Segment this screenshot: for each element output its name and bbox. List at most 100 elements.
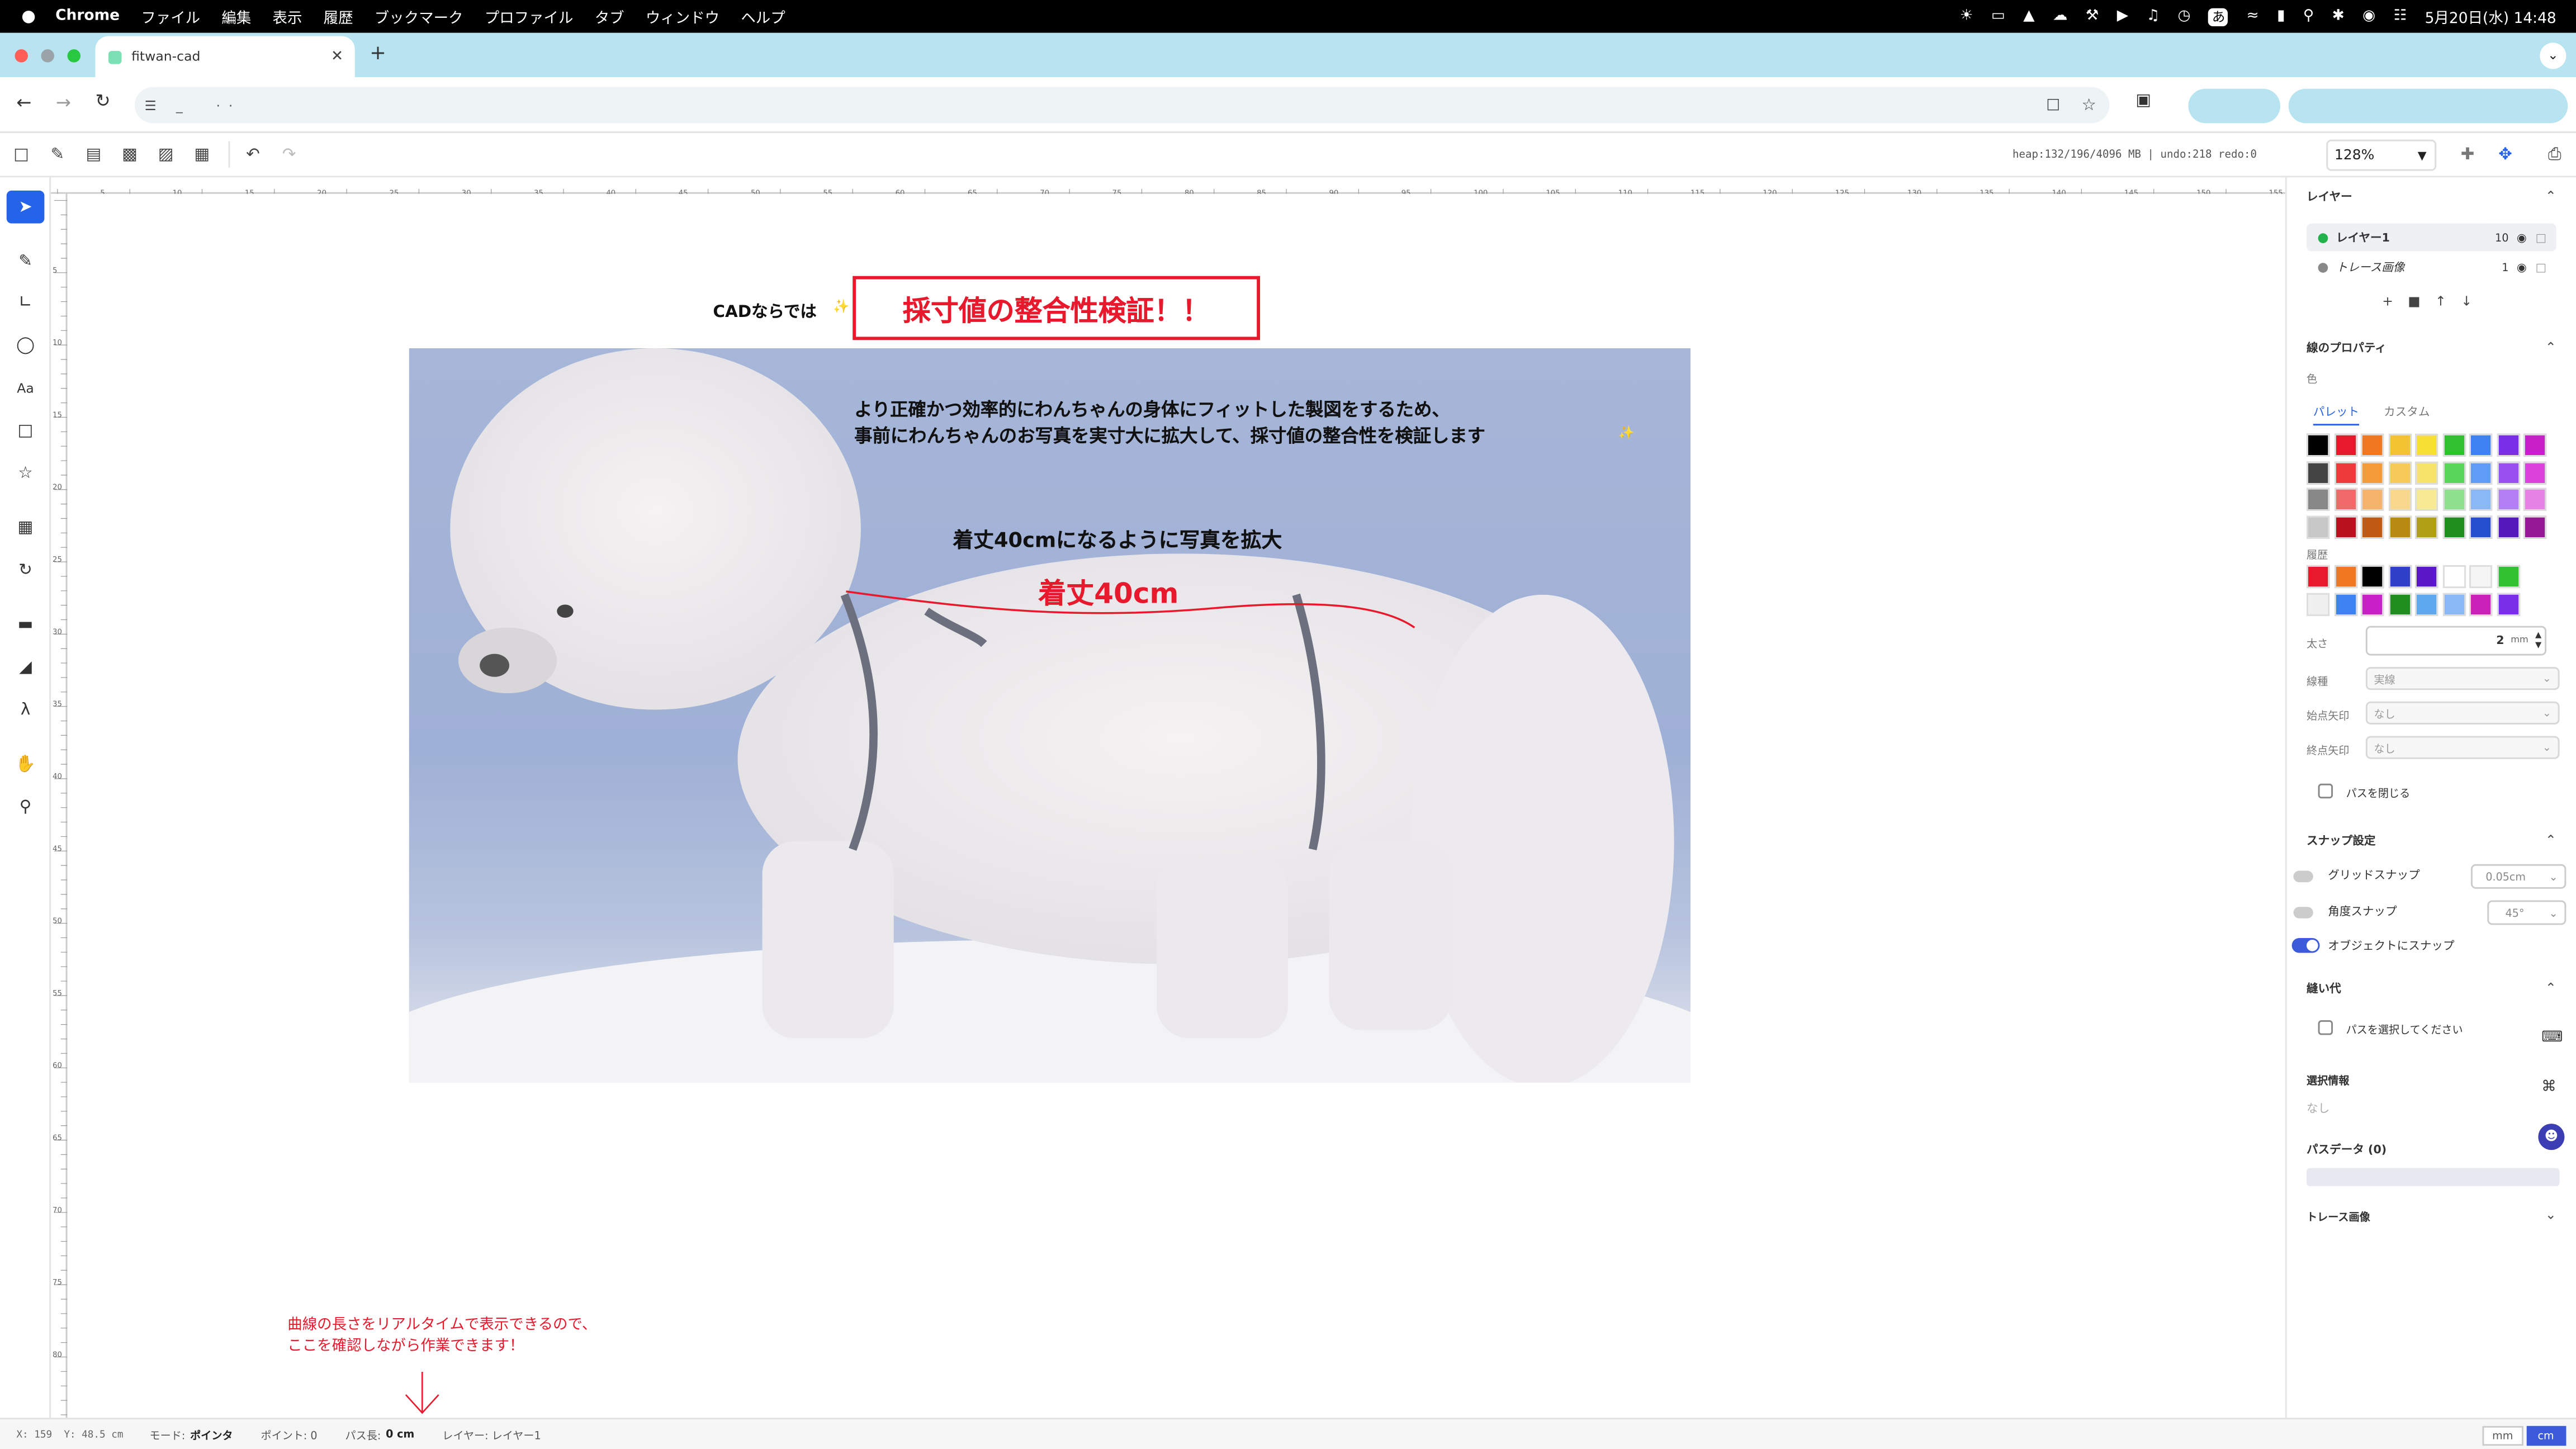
unit-cm-button[interactable]: cm [2526, 1425, 2566, 1445]
expand-trace-icon[interactable]: ⌄ [2545, 1208, 2556, 1222]
close-tab-icon[interactable]: ✕ [331, 49, 343, 65]
command-icon[interactable]: ⌘ [2541, 1079, 2556, 1096]
layer-row-1[interactable]: レイヤー1 10 ◉ □ [2307, 223, 2556, 252]
site-info-icon[interactable]: ☰ [145, 98, 157, 112]
history-swatch[interactable] [2333, 565, 2357, 589]
back-icon[interactable]: ← [16, 92, 31, 113]
history-swatch[interactable] [2307, 592, 2330, 615]
palette-swatch[interactable] [2388, 515, 2411, 538]
menu-history[interactable]: 履歴 [324, 6, 353, 27]
menu-profiles[interactable]: プロファイル [485, 6, 574, 27]
extensions-icon[interactable]: ▣ [2135, 92, 2151, 110]
note-line-2[interactable]: ここを確認しながら作業できます！ [287, 1334, 524, 1355]
pen-tool-icon[interactable]: ✎ [7, 245, 45, 278]
transform-tool-icon[interactable]: ▦ [7, 511, 45, 544]
width-input[interactable]: 2 mm ▲ ▼ [2365, 626, 2547, 656]
rotate-tool-icon[interactable]: ↻ [7, 553, 45, 586]
palette-swatch[interactable] [2415, 487, 2438, 511]
print-icon[interactable]: ⎙ [2543, 143, 2566, 166]
tab-search-button[interactable]: ⌄ [2540, 42, 2566, 69]
palette-swatch[interactable] [2442, 515, 2465, 538]
palette-swatch[interactable] [2496, 433, 2520, 457]
move-layer-down-icon[interactable]: ↓ [2461, 294, 2472, 309]
ruler-tool-icon[interactable]: ▬ [7, 608, 45, 641]
palette-swatch[interactable] [2388, 461, 2411, 484]
note-line-1[interactable]: 曲線の長さをリアルタイムで表示できるので、 [287, 1313, 596, 1334]
open-file-icon[interactable]: ▤ [82, 143, 105, 166]
palette-swatch[interactable] [2361, 515, 2384, 538]
tab-fitwan-cad[interactable]: fitwan-cad ✕ [95, 36, 355, 78]
headline-box[interactable]: 採寸値の整合性検証！！ [853, 276, 1261, 340]
description-line-1[interactable]: より正確かつ効率的にわんちゃんの身体にフィットした製図をするため、 [854, 396, 1450, 422]
save-icon[interactable]: ▩ [119, 143, 141, 166]
palette-swatch[interactable] [2361, 433, 2384, 457]
history-swatch[interactable] [2415, 592, 2438, 615]
hand-tool-icon[interactable]: ✋ [7, 747, 45, 780]
forward-icon[interactable]: → [56, 92, 71, 113]
palette-swatch[interactable] [2415, 515, 2438, 538]
end-arrow-select[interactable]: なし ⌄ [2365, 736, 2560, 759]
page-icon[interactable]: □ [2046, 97, 2060, 113]
history-swatch[interactable] [2496, 565, 2520, 589]
tab-custom[interactable]: カスタム [2384, 404, 2430, 420]
move-icon[interactable]: ✥ [2494, 143, 2517, 166]
palette-swatch[interactable] [2496, 487, 2520, 511]
apple-menu-icon[interactable]: ● [21, 7, 36, 25]
grid-snap-toggle[interactable] [2293, 870, 2313, 883]
menu-tab[interactable]: タブ [595, 6, 624, 27]
measurement-curve[interactable] [840, 585, 1431, 634]
palette-swatch[interactable] [2523, 433, 2547, 457]
input-method-icon[interactable]: あ [2208, 7, 2229, 26]
subheading-text[interactable]: 着丈40cmになるように写真を拡大 [953, 523, 1282, 554]
collapse-seam-icon[interactable]: ⌃ [2545, 981, 2556, 995]
reload-icon[interactable]: ↻ [95, 91, 110, 112]
tab-palette[interactable]: パレット [2313, 404, 2360, 426]
app-menu[interactable]: Chrome [55, 8, 120, 25]
palette-swatch[interactable] [2442, 487, 2465, 511]
circle-tool-icon[interactable]: ◯ [7, 329, 45, 362]
palette-swatch[interactable] [2523, 487, 2547, 511]
clock[interactable]: 5月20日(水) 14:48 [2425, 6, 2556, 27]
history-swatch[interactable] [2361, 565, 2384, 589]
angle-snap-select[interactable]: 45° ⌄ [2487, 900, 2566, 925]
unit-mm-button[interactable]: mm [2482, 1425, 2523, 1445]
close-path-checkbox[interactable] [2318, 783, 2333, 799]
wifi-icon[interactable]: ≈ [2247, 8, 2259, 25]
zoom-select[interactable]: 128% ▼ [2326, 139, 2437, 171]
cloud-icon[interactable]: ☁ [2053, 8, 2067, 25]
palette-swatch[interactable] [2469, 433, 2493, 457]
history-swatch[interactable] [2388, 565, 2411, 589]
palette-swatch[interactable] [2469, 487, 2493, 511]
history-swatch[interactable] [2361, 592, 2384, 615]
delete-layer-icon[interactable]: ■ [2408, 294, 2420, 309]
history-swatch[interactable] [2442, 592, 2465, 615]
grid-snap-select[interactable]: 0.05cm ⌄ [2470, 864, 2566, 889]
palette-swatch[interactable] [2442, 433, 2465, 457]
palette-swatch[interactable] [2442, 461, 2465, 484]
assistant-icon[interactable]: ☻ [2538, 1124, 2565, 1150]
collapse-stroke-icon[interactable]: ⌃ [2545, 340, 2556, 354]
rectangle-tool-icon[interactable]: □ [7, 414, 45, 447]
drawing-canvas[interactable]: CADならでは ✨ 採寸値の整合性検証！！ より正確かつ効率的にわんちゃんの身体… [67, 193, 2285, 1418]
seam-checkbox[interactable] [2318, 1020, 2333, 1035]
minimize-window-button[interactable] [41, 49, 54, 63]
profile-pill-button[interactable] [2188, 88, 2281, 124]
palette-swatch[interactable] [2361, 487, 2384, 511]
palette-swatch[interactable] [2361, 461, 2384, 484]
palette-swatch[interactable] [2388, 487, 2411, 511]
palette-swatch[interactable] [2307, 433, 2330, 457]
brightness-icon[interactable]: ☀ [1960, 8, 1973, 25]
palette-swatch[interactable] [2333, 487, 2357, 511]
menu-window[interactable]: ウィンドウ [646, 6, 719, 27]
new-file-icon[interactable]: □ [10, 143, 33, 166]
extension-pill-button[interactable] [2288, 88, 2568, 124]
lock-icon[interactable]: □ [2536, 231, 2546, 244]
bluetooth-icon[interactable]: ✱ [2332, 8, 2345, 25]
linetype-select[interactable]: 実線 ⌄ [2365, 667, 2560, 690]
collapse-layers-icon[interactable]: ⌃ [2545, 189, 2556, 203]
menu-edit[interactable]: 編集 [221, 6, 251, 27]
siri-icon[interactable]: ◉ [2362, 8, 2375, 25]
palette-swatch[interactable] [2469, 515, 2493, 538]
palette-swatch[interactable] [2415, 433, 2438, 457]
close-window-button[interactable] [15, 49, 28, 63]
